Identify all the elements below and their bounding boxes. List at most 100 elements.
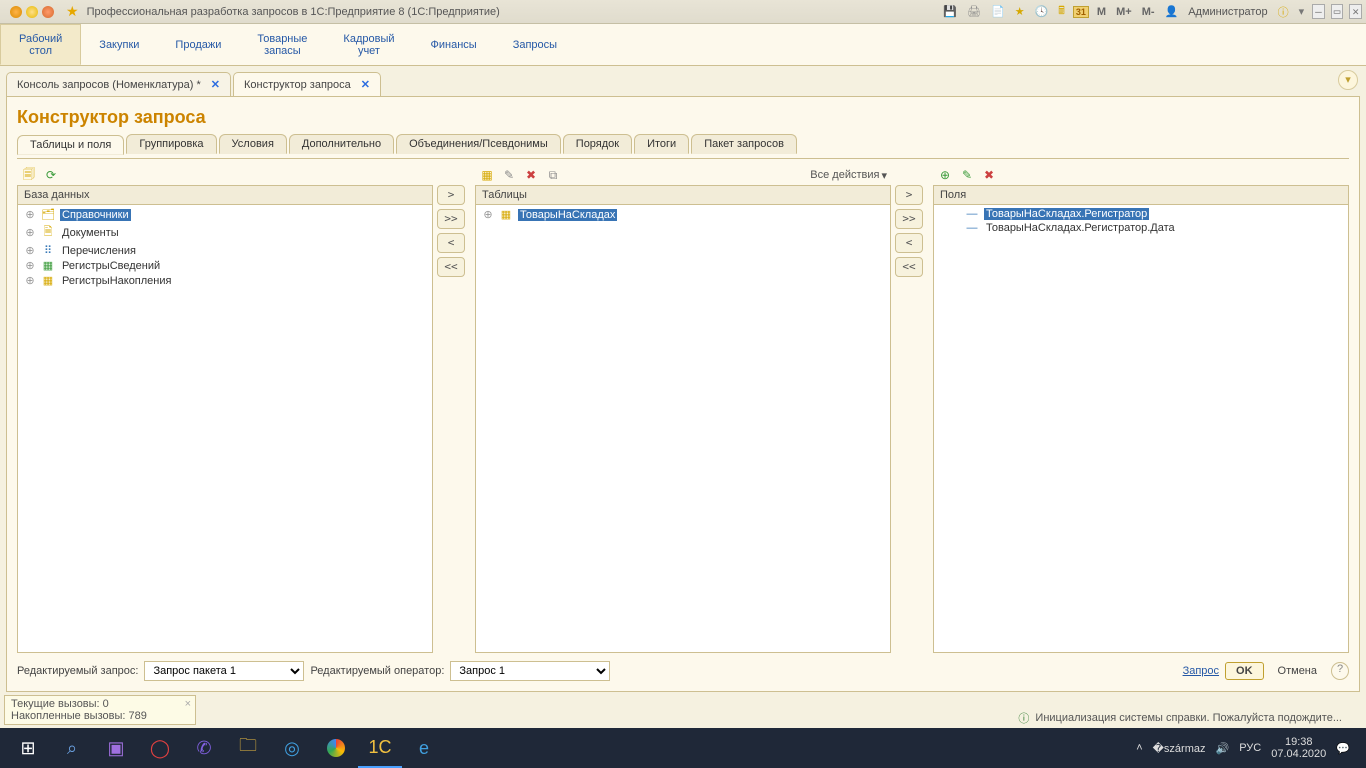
user-name[interactable]: Администратор	[1186, 6, 1269, 18]
titlebar-icon[interactable]: ★	[1013, 5, 1027, 18]
taskbar[interactable]: ⊞ ⌕ ▣ ◯ ✆ 🗀 ◎ 1C e ˄ �származ 🔊 РУС 19:3…	[0, 728, 1366, 768]
taskbar-app[interactable]: 🗀	[226, 728, 270, 768]
intab-order[interactable]: Порядок	[563, 134, 632, 154]
refresh-icon[interactable]: ⟳	[43, 167, 59, 183]
titlebar-icon[interactable]: 💾	[941, 5, 959, 18]
add-icon[interactable]: ▦	[479, 167, 495, 183]
m-plus-button[interactable]: M+	[1114, 6, 1134, 18]
move-right-button[interactable]: >	[895, 185, 923, 205]
intab-grouping[interactable]: Группировка	[126, 134, 216, 154]
close-icon[interactable]: ✕	[211, 78, 220, 91]
move-right-button[interactable]: >	[437, 185, 465, 205]
tree-item-inforegisters[interactable]: ⊕▦РегистрыСведений	[18, 258, 432, 273]
taskbar-app[interactable]	[314, 728, 358, 768]
taskbar-app[interactable]: ✆	[182, 728, 226, 768]
edit-icon[interactable]: ✎	[501, 167, 517, 183]
system-icon-2[interactable]	[26, 6, 38, 18]
close-icon[interactable]: ✕	[361, 78, 370, 91]
doctabs-dropdown[interactable]: ▾	[1338, 70, 1358, 90]
intab-unions[interactable]: Объединения/Псевдонимы	[396, 134, 561, 154]
move-all-left-button[interactable]: <<	[437, 257, 465, 277]
help-button[interactable]: ?	[1331, 662, 1349, 680]
calls-popup[interactable]: × Текущие вызовы: 0 Накопленные вызовы: …	[4, 695, 196, 725]
panel-body[interactable]: ⊕🗂Справочники ⊕🗎Документы ⊕⠿Перечисления…	[17, 205, 433, 653]
minimize-button[interactable]: —	[1312, 4, 1325, 19]
replace-icon[interactable]: ⧉	[545, 167, 561, 183]
cancel-button[interactable]: Отмена	[1270, 663, 1325, 679]
m-button[interactable]: M	[1095, 6, 1108, 18]
tree-item-enums[interactable]: ⊕⠿Перечисления	[18, 243, 432, 258]
panel-header: База данных	[17, 185, 433, 205]
page-title: Конструктор запроса	[17, 107, 1349, 128]
close-button[interactable]: ✕	[1349, 4, 1362, 19]
tray-date[interactable]: 07.04.2020	[1271, 748, 1326, 760]
favorite-icon[interactable]: ★	[60, 3, 85, 20]
move-left-button[interactable]: <	[437, 233, 465, 253]
nav-tab-desktop[interactable]: Рабочий стол	[0, 24, 81, 65]
main-nav: Рабочий стол Закупки Продажи Товарные за…	[0, 24, 1366, 66]
tray-chevron-icon[interactable]: ˄	[1136, 742, 1142, 754]
titlebar-icon[interactable]: 🖨	[965, 5, 983, 18]
intab-conditions[interactable]: Условия	[219, 134, 287, 154]
delete-icon[interactable]: ✖	[523, 167, 539, 183]
toolbar-icon[interactable]: 🗐	[21, 167, 37, 183]
table-item[interactable]: ⊕▦ТоварыНаСкладах	[476, 207, 890, 222]
info-icon[interactable]: ⓘ	[1276, 4, 1291, 20]
nav-tab-hr[interactable]: Кадровый учет	[325, 24, 412, 65]
select-query[interactable]: Запрос пакета 1	[144, 661, 304, 681]
tree-item-accumregisters[interactable]: ⊕▦РегистрыНакопления	[18, 273, 432, 288]
maximize-button[interactable]: ▭	[1331, 4, 1344, 19]
taskbar-app[interactable]: ▣	[94, 728, 138, 768]
start-button[interactable]: ⊞	[6, 728, 50, 768]
taskbar-app[interactable]: ◎	[270, 728, 314, 768]
content-area: Конструктор запроса Таблицы и поля Групп…	[6, 96, 1360, 692]
move-all-left-button[interactable]: <<	[895, 257, 923, 277]
tray-lang[interactable]: РУС	[1239, 742, 1261, 754]
titlebar-icon[interactable]: 🕓	[1033, 5, 1051, 18]
query-link[interactable]: Запрос	[1183, 665, 1219, 677]
intab-extra[interactable]: Дополнительно	[289, 134, 394, 154]
intab-totals[interactable]: Итоги	[634, 134, 689, 154]
tree-item-documents[interactable]: ⊕🗎Документы	[18, 222, 432, 243]
taskbar-app[interactable]: ◯	[138, 728, 182, 768]
nav-tab-finance[interactable]: Финансы	[413, 24, 495, 65]
intab-tables-fields[interactable]: Таблицы и поля	[17, 135, 124, 155]
close-icon[interactable]: ×	[185, 698, 191, 710]
move-all-right-button[interactable]: >>	[895, 209, 923, 229]
tray-wifi-icon[interactable]: �származ	[1153, 742, 1206, 755]
select-operator[interactable]: Запрос 1	[450, 661, 610, 681]
nav-tab-sales[interactable]: Продажи	[157, 24, 239, 65]
taskbar-app[interactable]: e	[402, 728, 446, 768]
add-icon[interactable]: ⊕	[937, 167, 953, 183]
titlebar-icon[interactable]: 🖩	[1056, 2, 1067, 21]
panel-header: Поля	[933, 185, 1349, 205]
panel-body[interactable]: —ТоварыНаСкладах.Регистратор —ТоварыНаСк…	[933, 205, 1349, 653]
ok-button[interactable]: OK	[1225, 662, 1264, 680]
field-item[interactable]: —ТоварыНаСкладах.Регистратор	[934, 207, 1348, 221]
doctab-console[interactable]: Консоль запросов (Номенклатура) * ✕	[6, 72, 231, 96]
tray-time[interactable]: 19:38	[1271, 736, 1326, 748]
tray-notifications-icon[interactable]: 💬	[1336, 742, 1350, 755]
taskbar-app-1c[interactable]: 1C	[358, 728, 402, 768]
system-icon-1[interactable]	[10, 6, 22, 18]
all-actions-dropdown[interactable]: Все действия ▾	[810, 169, 887, 182]
edit-icon[interactable]: ✎	[959, 167, 975, 183]
intab-batch[interactable]: Пакет запросов	[691, 134, 797, 154]
system-icon-3[interactable]	[42, 6, 54, 18]
label-operator: Редактируемый оператор:	[310, 665, 444, 677]
titlebar-icon[interactable]: 📄	[989, 5, 1007, 18]
tree-item-catalogs[interactable]: ⊕🗂Справочники	[18, 207, 432, 222]
move-left-button[interactable]: <	[895, 233, 923, 253]
nav-tab-queries[interactable]: Запросы	[495, 24, 575, 65]
tray-sound-icon[interactable]: 🔊	[1216, 742, 1230, 755]
panel-body[interactable]: ⊕▦ТоварыНаСкладах	[475, 205, 891, 653]
nav-tab-stock[interactable]: Товарные запасы	[239, 24, 325, 65]
nav-tab-purchases[interactable]: Закупки	[81, 24, 157, 65]
delete-icon[interactable]: ✖	[981, 167, 997, 183]
doctab-constructor[interactable]: Конструктор запроса ✕	[233, 72, 381, 96]
m-minus-button[interactable]: M-	[1140, 6, 1157, 18]
taskbar-app[interactable]: ⌕	[50, 728, 94, 768]
field-item[interactable]: —ТоварыНаСкладах.Регистратор.Дата	[934, 221, 1348, 235]
calendar-icon[interactable]: 31	[1073, 6, 1089, 18]
move-all-right-button[interactable]: >>	[437, 209, 465, 229]
